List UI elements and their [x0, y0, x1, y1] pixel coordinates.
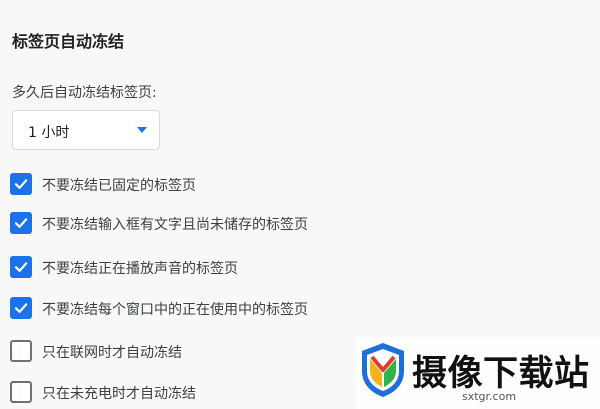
freeze-delay-label: 多久后自动冻结标签页:	[12, 85, 157, 101]
check-icon	[14, 179, 28, 189]
option-label: 不要冻结已固定的标签页	[42, 178, 196, 194]
checkbox[interactable]	[10, 381, 32, 403]
option-dont-freeze-active-tab[interactable]: 不要冻结每个窗口中的正在使用中的标签页	[10, 297, 340, 319]
watermark: 摄像下载站 sxtgr.com	[356, 337, 600, 409]
check-icon	[14, 303, 28, 313]
option-label: 不要冻结每个窗口中的正在使用中的标签页	[42, 302, 308, 318]
option-label: 只在未充电时才自动冻结	[42, 386, 196, 402]
option-label: 不要冻结输入框有文字且尚未储存的标签页	[42, 217, 308, 233]
freeze-delay-select[interactable]: 1 小时	[12, 110, 160, 150]
checkbox[interactable]	[10, 212, 32, 234]
checkbox[interactable]	[10, 173, 32, 195]
section-title: 标签页自动冻结	[12, 32, 125, 51]
option-dont-freeze-pinned[interactable]: 不要冻结已固定的标签页	[10, 173, 340, 195]
check-icon	[14, 218, 28, 228]
watermark-domain: sxtgr.com	[462, 390, 517, 403]
freeze-delay-selected-value: 1 小时	[28, 125, 70, 141]
watermark-brand: 摄像下载站	[412, 354, 590, 394]
download-site-logo-icon	[362, 343, 404, 397]
checkbox[interactable]	[10, 297, 32, 319]
checkbox[interactable]	[10, 256, 32, 278]
tab-freeze-settings-panel: 标签页自动冻结 多久后自动冻结标签页: 1 小时 不要冻结已固定的标签页 不要冻…	[0, 0, 600, 409]
option-freeze-only-online[interactable]: 只在联网时才自动冻结	[10, 340, 340, 362]
option-dont-freeze-unsaved-input[interactable]: 不要冻结输入框有文字且尚未储存的标签页	[10, 212, 340, 234]
option-label: 不要冻结正在播放声音的标签页	[42, 261, 238, 277]
checkbox[interactable]	[10, 340, 32, 362]
caret-down-icon	[137, 127, 147, 133]
check-icon	[14, 262, 28, 272]
option-dont-freeze-playing-audio[interactable]: 不要冻结正在播放声音的标签页	[10, 256, 340, 278]
option-label: 只在联网时才自动冻结	[42, 345, 182, 361]
option-freeze-only-unplugged[interactable]: 只在未充电时才自动冻结	[10, 381, 340, 403]
